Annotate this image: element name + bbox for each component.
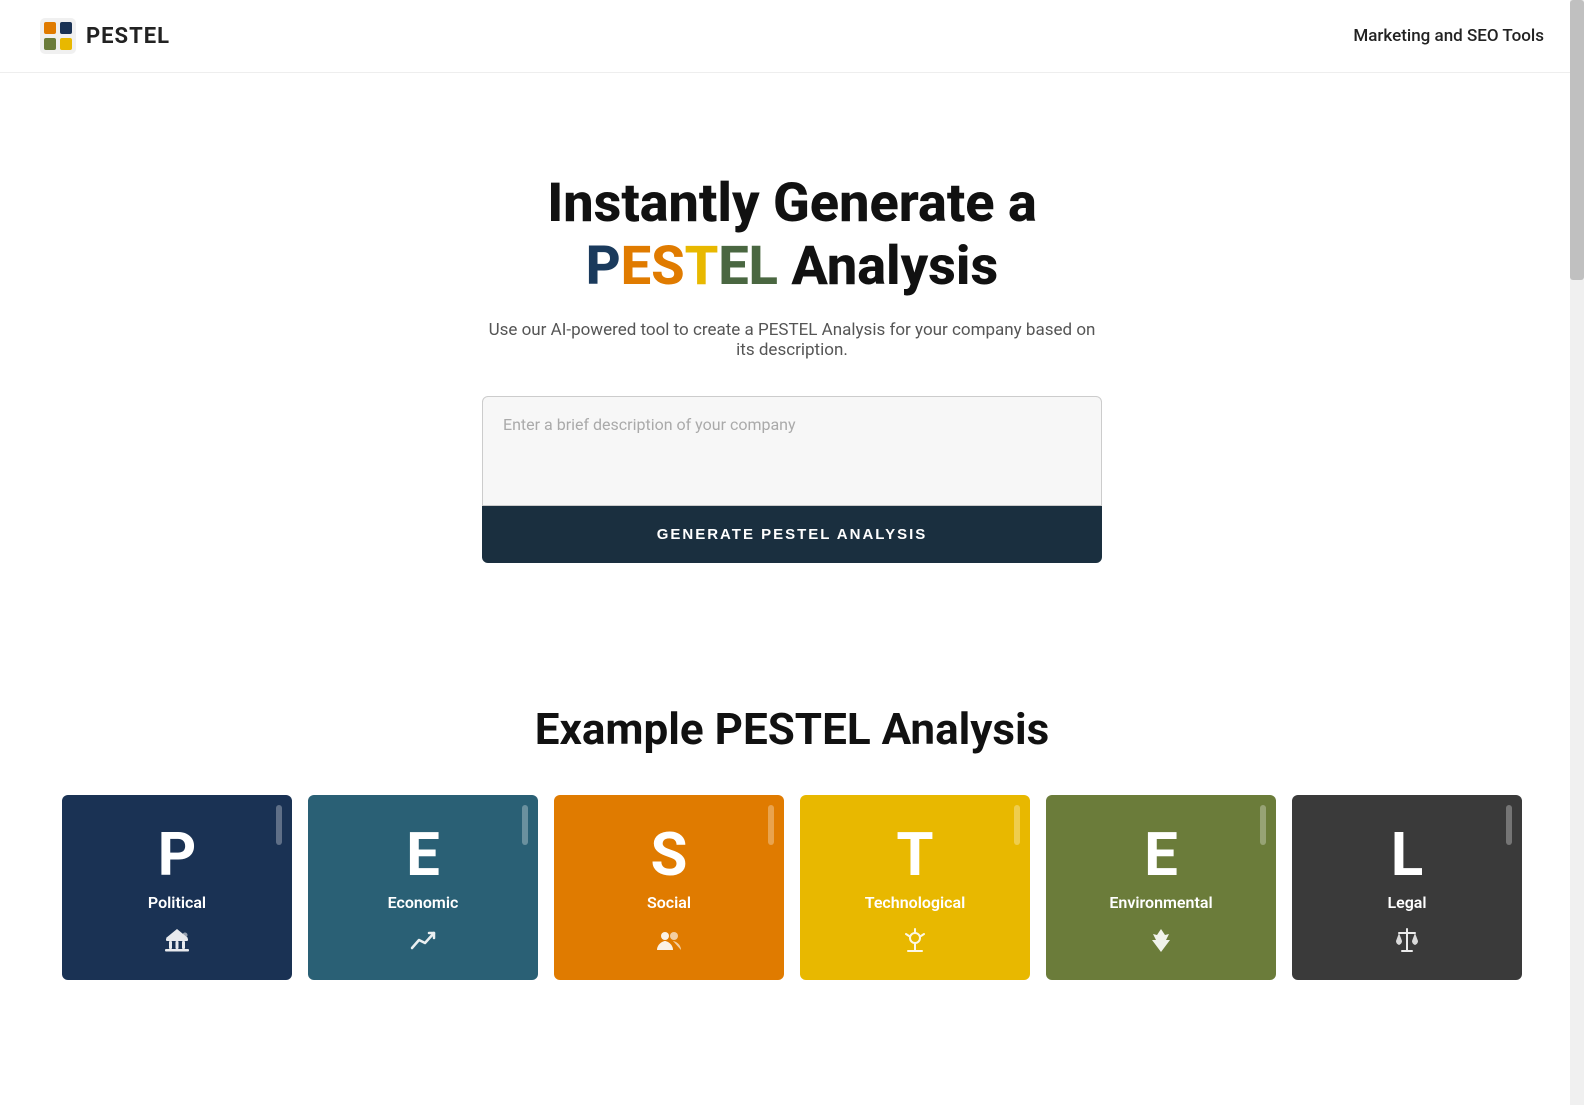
letter-t: T [685,235,719,298]
card-label-environmental: Environmental [1109,893,1212,912]
card-technological[interactable]: T Technological [800,795,1030,980]
example-section: Example PESTEL Analysis P Political [0,643,1584,980]
company-description-input[interactable] [482,396,1102,506]
scrollbar-track[interactable] [1570,0,1584,1105]
legal-icon [1393,926,1421,960]
card-label-political: Political [148,893,206,912]
card-scroll-l [1506,805,1512,845]
hero-form: GENERATE PESTEL ANALYSIS [482,396,1102,563]
logo[interactable]: PESTEL [40,18,170,54]
card-environmental[interactable]: E Environmental [1046,795,1276,980]
card-label-technological: Technological [865,893,966,912]
environmental-icon [1147,926,1175,960]
card-political[interactable]: P Political [62,795,292,980]
card-letter-s: S [651,825,688,885]
card-scroll-s [768,805,774,845]
card-scroll-e [522,805,528,845]
card-letter-e2: E [1144,825,1178,885]
card-letter-p: P [158,825,197,885]
card-legal[interactable]: L Legal [1292,795,1522,980]
card-letter-e1: E [406,825,440,885]
card-label-legal: Legal [1387,893,1426,912]
hero-title-line1: Instantly Generate a [547,173,1037,235]
card-social[interactable]: S Social [554,795,784,980]
example-title: Example PESTEL Analysis [40,703,1544,755]
economic-icon [409,926,437,960]
technological-icon [901,926,929,960]
card-scroll-p [276,805,282,845]
hero-title-analysis: Analysis [791,235,998,298]
logo-text: PESTEL [86,24,170,49]
hero-title-line2: PESTEL Analysis [586,235,998,300]
card-label-social: Social [647,893,691,912]
hero-subtitle: Use our AI-powered tool to create a PEST… [482,320,1102,360]
generate-button[interactable]: GENERATE PESTEL ANALYSIS [482,506,1102,563]
card-letter-t: T [896,825,933,885]
card-letter-l: L [1391,825,1423,885]
card-scroll-env [1260,805,1266,845]
letter-p: P [586,235,621,298]
letter-s: S [651,235,685,298]
logo-icon [40,18,76,54]
header: PESTEL Marketing and SEO Tools [0,0,1584,73]
card-economic[interactable]: E Economic [308,795,538,980]
hero-section: Instantly Generate a PESTEL Analysis Use… [0,73,1584,643]
card-scroll-t [1014,805,1020,845]
card-label-economic: Economic [388,893,459,912]
letter-e1: E [621,235,651,298]
nav-link-marketing[interactable]: Marketing and SEO Tools [1353,26,1544,46]
pestel-cards-container: P Political E Economic [40,795,1544,980]
letter-el: EL [718,235,778,298]
social-icon [655,926,683,960]
pestel-word: PESTEL [586,235,792,298]
scrollbar-thumb[interactable] [1570,0,1584,280]
political-icon [163,926,191,960]
